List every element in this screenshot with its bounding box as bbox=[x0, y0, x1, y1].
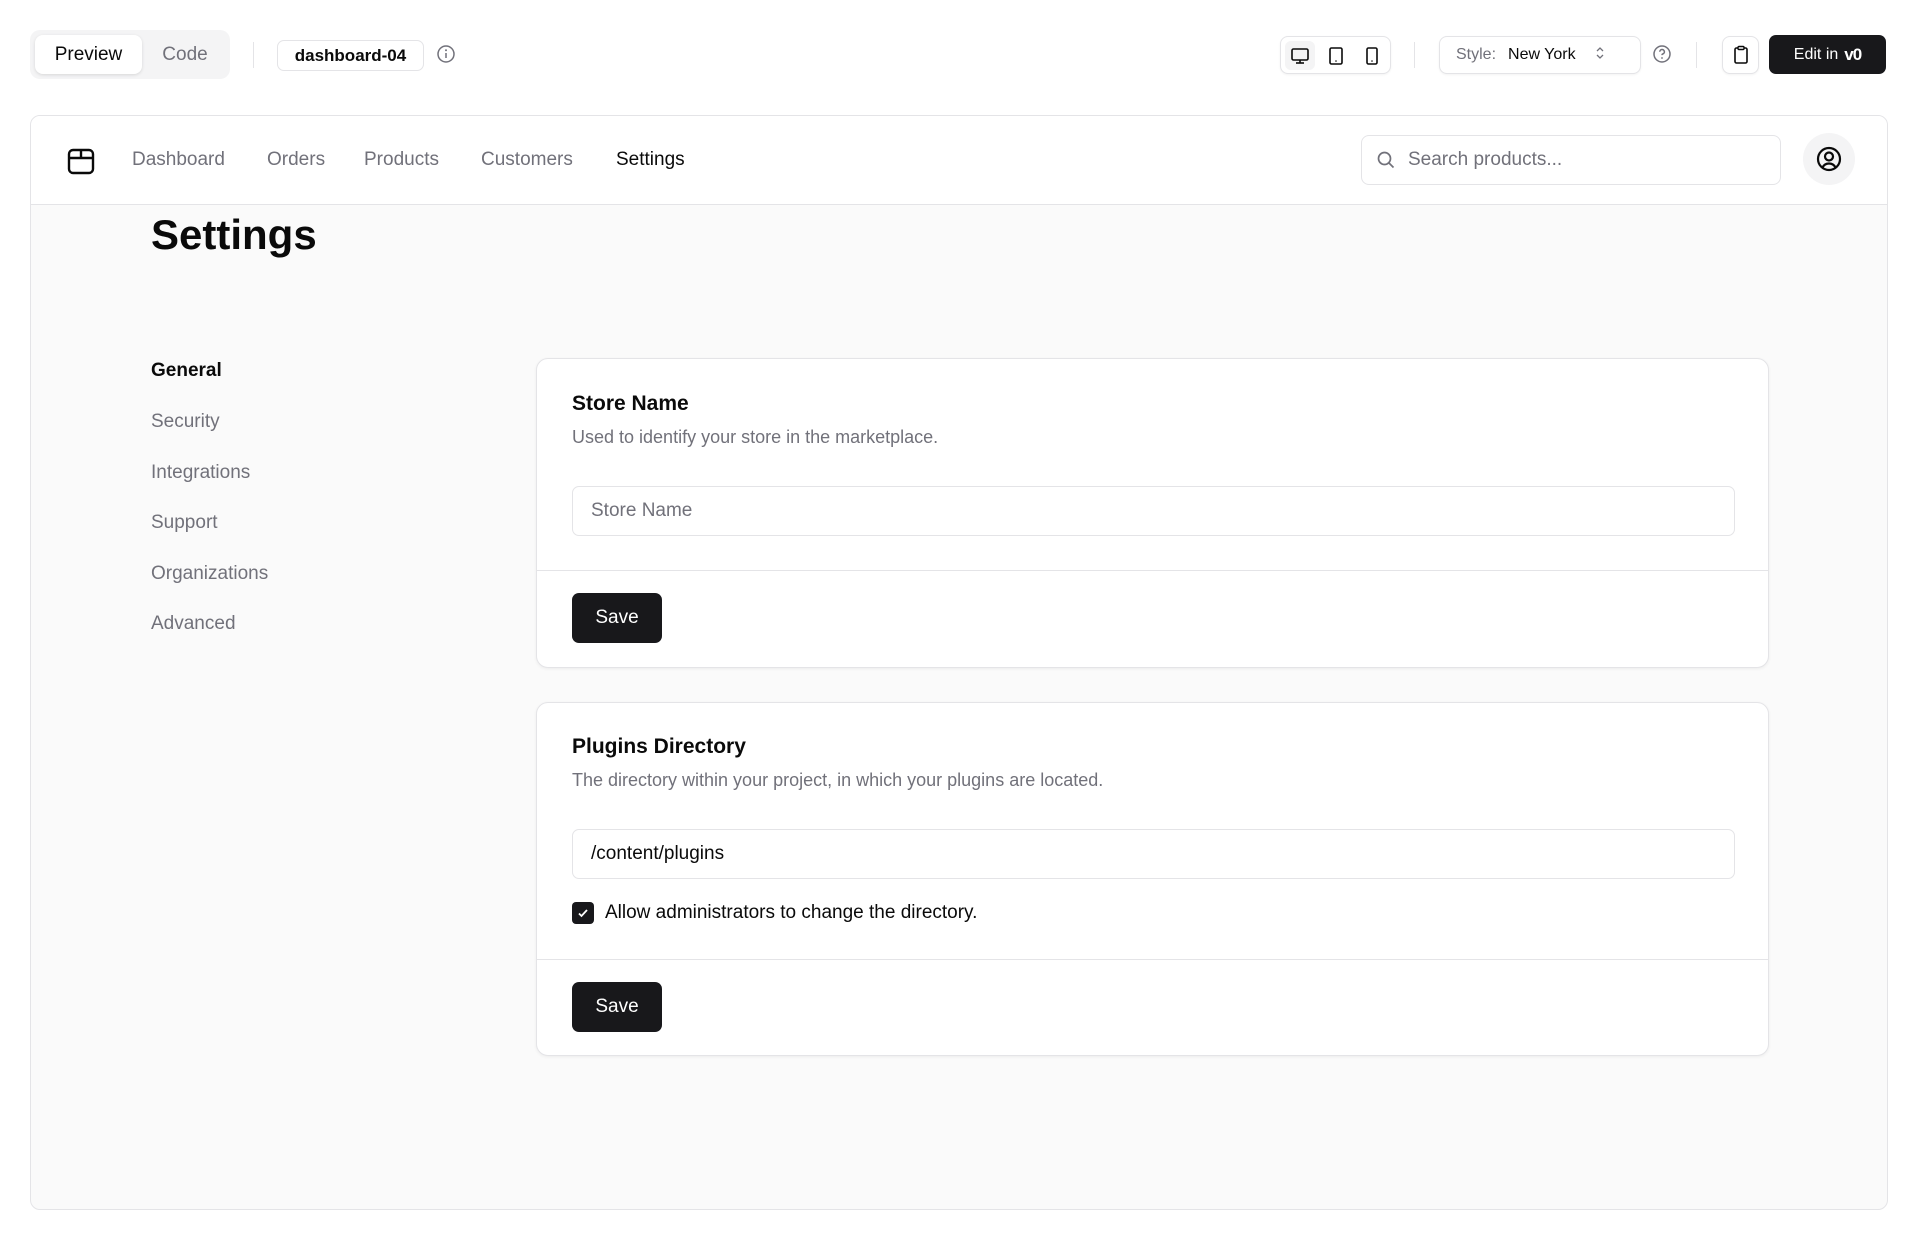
card-title: Store Name bbox=[572, 392, 689, 415]
edit-in-v0-button[interactable]: Edit in v0 bbox=[1769, 35, 1886, 74]
preview-tab[interactable]: Preview bbox=[35, 35, 142, 74]
sidebar-item-general[interactable]: General bbox=[151, 360, 222, 382]
search-icon bbox=[1377, 151, 1395, 169]
mobile-icon[interactable] bbox=[1357, 41, 1387, 70]
card-divider bbox=[537, 959, 1768, 960]
card-description: Used to identify your store in the marke… bbox=[572, 427, 939, 447]
search-placeholder: Search products... bbox=[1408, 149, 1563, 170]
preview-frame: Dashboard Orders Products Customers Sett… bbox=[30, 115, 1888, 1210]
card-description: The directory within your project, in wh… bbox=[572, 770, 1104, 790]
checkbox-label[interactable]: Allow administrators to change the direc… bbox=[605, 902, 977, 924]
nav-products[interactable]: Products bbox=[364, 149, 439, 171]
device-switcher bbox=[1280, 36, 1391, 74]
user-menu-button[interactable] bbox=[1803, 133, 1855, 185]
nav-customers[interactable]: Customers bbox=[481, 149, 573, 171]
view-toggle: Preview Code bbox=[30, 30, 230, 79]
page-title: Settings bbox=[151, 211, 317, 258]
clipboard-button[interactable] bbox=[1722, 36, 1759, 74]
style-select[interactable]: Style: New York bbox=[1439, 36, 1641, 74]
top-nav: Dashboard Orders Products Customers Sett… bbox=[31, 116, 1887, 205]
package-logo-icon[interactable] bbox=[66, 146, 96, 181]
chevrons-up-down-icon bbox=[1594, 45, 1606, 66]
clipboard-icon bbox=[1733, 45, 1748, 64]
sidebar-item-support[interactable]: Support bbox=[151, 512, 218, 534]
code-tab[interactable]: Code bbox=[145, 35, 225, 74]
divider bbox=[1696, 42, 1697, 68]
v0-logo: v0 bbox=[1844, 44, 1862, 64]
tablet-icon[interactable] bbox=[1321, 41, 1351, 70]
edit-label: Edit in bbox=[1793, 45, 1839, 63]
sidebar-item-integrations[interactable]: Integrations bbox=[151, 462, 250, 484]
divider bbox=[253, 42, 254, 68]
check-icon bbox=[578, 909, 588, 918]
save-button[interactable]: Save bbox=[572, 593, 662, 643]
sidebar-item-organizations[interactable]: Organizations bbox=[151, 563, 268, 585]
nav-orders[interactable]: Orders bbox=[267, 149, 325, 171]
sidebar-item-advanced[interactable]: Advanced bbox=[151, 613, 236, 635]
plugins-directory-input[interactable] bbox=[572, 829, 1735, 879]
help-icon[interactable] bbox=[1652, 44, 1672, 69]
style-label: Style: bbox=[1456, 46, 1497, 63]
info-icon[interactable] bbox=[436, 44, 456, 69]
search-input[interactable]: Search products... bbox=[1361, 135, 1781, 185]
style-value: New York bbox=[1508, 46, 1576, 63]
store-name-input[interactable] bbox=[572, 486, 1735, 536]
block-name-badge: dashboard-04 bbox=[277, 40, 424, 71]
plugins-directory-card: Plugins Directory The directory within y… bbox=[536, 702, 1769, 1056]
divider bbox=[1414, 42, 1415, 68]
allow-admins-checkbox[interactable] bbox=[572, 902, 594, 924]
sidebar-item-security[interactable]: Security bbox=[151, 411, 220, 433]
card-title: Plugins Directory bbox=[572, 735, 746, 758]
desktop-icon[interactable] bbox=[1285, 41, 1315, 70]
user-circle-icon bbox=[1816, 146, 1842, 172]
nav-settings[interactable]: Settings bbox=[616, 149, 685, 171]
nav-dashboard[interactable]: Dashboard bbox=[132, 149, 225, 171]
store-name-card: Store Name Used to identify your store i… bbox=[536, 358, 1769, 668]
card-divider bbox=[537, 570, 1768, 571]
save-button[interactable]: Save bbox=[572, 982, 662, 1032]
